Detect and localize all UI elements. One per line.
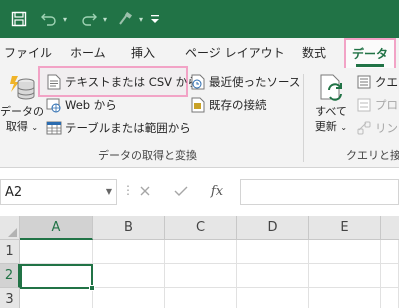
formula-bar: A2 ▼ ⋮ fx bbox=[0, 169, 399, 216]
tab-file[interactable]: ファイル bbox=[4, 44, 52, 61]
format-painter-dropdown-icon[interactable]: ▾ bbox=[136, 8, 146, 30]
select-all-triangle-icon bbox=[8, 228, 17, 237]
refresh-all-button[interactable]: すべて 更新 ⌄ bbox=[311, 72, 351, 135]
column-header-b[interactable]: B bbox=[93, 216, 165, 240]
redo-dropdown-icon[interactable]: ▾ bbox=[100, 8, 110, 30]
formula-bar-splitter-icon[interactable]: ⋮ bbox=[122, 183, 134, 197]
active-cell-outline[interactable] bbox=[20, 264, 95, 291]
cell-b1[interactable] bbox=[93, 240, 165, 264]
cell-d2[interactable] bbox=[237, 264, 309, 288]
web-globe-icon bbox=[46, 97, 62, 113]
edit-links-button[interactable]: リンク bbox=[356, 118, 399, 138]
connections-icon bbox=[190, 97, 206, 113]
fill-handle[interactable] bbox=[89, 285, 95, 291]
column-header-c[interactable]: C bbox=[165, 216, 237, 240]
ribbon-data: データの 取得 ⌄ テキストまたは CSV から Web から テーブルまたは範… bbox=[0, 66, 399, 168]
redo-icon[interactable] bbox=[80, 8, 98, 30]
properties-button[interactable]: プロ bbox=[356, 95, 398, 115]
cell-d3[interactable] bbox=[237, 288, 309, 308]
link-icon bbox=[356, 120, 372, 136]
cell-e1[interactable] bbox=[309, 240, 381, 264]
cell-f1[interactable] bbox=[381, 240, 399, 264]
select-all-button[interactable] bbox=[0, 216, 20, 240]
undo-dropdown-icon[interactable]: ▾ bbox=[60, 8, 70, 30]
chevron-down-icon[interactable]: ▼ bbox=[106, 187, 112, 196]
queries-icon bbox=[356, 74, 372, 90]
tab-data[interactable]: データ bbox=[344, 38, 396, 70]
cell-b3[interactable] bbox=[93, 288, 165, 308]
refresh-icon bbox=[315, 72, 347, 104]
tab-home[interactable]: ホーム bbox=[70, 44, 106, 61]
cell-e2[interactable] bbox=[309, 264, 381, 288]
properties-label: プロ bbox=[375, 98, 398, 112]
queries-connections-label: クエリ bbox=[375, 75, 399, 89]
existing-connections-label: 既存の接続 bbox=[209, 98, 267, 112]
column-header-a[interactable]: A bbox=[20, 216, 93, 240]
enter-check-icon[interactable] bbox=[170, 180, 192, 202]
recent-sources-button[interactable]: 最近使ったソース bbox=[190, 72, 300, 92]
name-box-value: A2 bbox=[5, 185, 23, 200]
cancel-icon[interactable] bbox=[134, 180, 156, 202]
get-data-label-2: 取得 ⌄ bbox=[5, 120, 39, 133]
format-painter-icon[interactable] bbox=[116, 8, 134, 30]
tab-insert[interactable]: 挿入 bbox=[131, 44, 155, 61]
cell-a3[interactable] bbox=[20, 288, 93, 308]
properties-icon bbox=[356, 97, 372, 113]
from-text-csv-label: テキストまたは CSV から bbox=[65, 75, 199, 89]
cell-c1[interactable] bbox=[165, 240, 237, 264]
database-icon bbox=[6, 72, 38, 104]
chevron-down-icon: ⌄ bbox=[31, 123, 39, 132]
queries-connections-button[interactable]: クエリ bbox=[356, 72, 399, 92]
refresh-all-label-2: 更新 ⌄ bbox=[314, 120, 348, 133]
from-web-label: Web から bbox=[65, 98, 117, 112]
row-header-3[interactable]: 3 bbox=[0, 288, 20, 308]
cell-f2[interactable] bbox=[381, 264, 399, 288]
row-header-2[interactable]: 2 bbox=[0, 264, 20, 288]
customize-quick-access-icon[interactable] bbox=[150, 8, 160, 30]
undo-icon[interactable] bbox=[40, 8, 58, 30]
tab-formulas[interactable]: 数式 bbox=[302, 44, 326, 61]
from-web-button[interactable]: Web から bbox=[46, 95, 117, 115]
cell-f3[interactable] bbox=[381, 288, 399, 308]
chevron-down-icon: ⌄ bbox=[340, 123, 348, 132]
cell-d1[interactable] bbox=[237, 240, 309, 264]
formula-input[interactable] bbox=[240, 179, 399, 205]
from-table-range-label: テーブルまたは範囲から bbox=[65, 121, 191, 135]
save-icon[interactable] bbox=[8, 8, 30, 30]
existing-connections-button[interactable]: 既存の接続 bbox=[190, 95, 267, 115]
table-icon bbox=[46, 120, 62, 136]
group-label-queries: クエリと接続 bbox=[346, 149, 399, 162]
cell-c3[interactable] bbox=[165, 288, 237, 308]
refresh-all-label-1: すべて bbox=[315, 105, 347, 118]
cell-a1[interactable] bbox=[20, 240, 93, 264]
tab-active-indicator bbox=[356, 64, 384, 67]
cell-c2[interactable] bbox=[165, 264, 237, 288]
group-label-get-data: データの取得と変換 bbox=[98, 149, 197, 162]
recent-sources-label: 最近使ったソース bbox=[209, 75, 301, 89]
insert-function-icon[interactable]: fx bbox=[206, 180, 228, 202]
column-header-f[interactable] bbox=[381, 216, 399, 240]
clock-icon bbox=[190, 74, 206, 90]
tab-data-label: データ bbox=[351, 47, 388, 61]
from-text-csv-button[interactable]: テキストまたは CSV から bbox=[46, 72, 199, 92]
cell-b2[interactable] bbox=[93, 264, 165, 288]
text-file-icon bbox=[46, 74, 62, 90]
worksheet-grid: A B C D E 1 2 3 bbox=[0, 216, 399, 308]
ribbon-tabs: ファイル ホーム 挿入 ページ レイアウト 数式 データ bbox=[0, 38, 399, 70]
name-box[interactable]: A2 ▼ bbox=[0, 179, 117, 205]
tab-page-layout[interactable]: ページ レイアウト bbox=[185, 44, 285, 61]
get-data-label-1: データの bbox=[0, 105, 44, 118]
column-header-d[interactable]: D bbox=[237, 216, 309, 240]
group-separator bbox=[303, 74, 304, 162]
from-table-range-button[interactable]: テーブルまたは範囲から bbox=[46, 118, 191, 138]
cell-e3[interactable] bbox=[309, 288, 381, 308]
column-header-e[interactable]: E bbox=[309, 216, 381, 240]
edit-links-label: リンク bbox=[375, 121, 399, 135]
title-bar: ▾ ▾ ▾ bbox=[0, 0, 399, 38]
row-header-1[interactable]: 1 bbox=[0, 240, 20, 264]
